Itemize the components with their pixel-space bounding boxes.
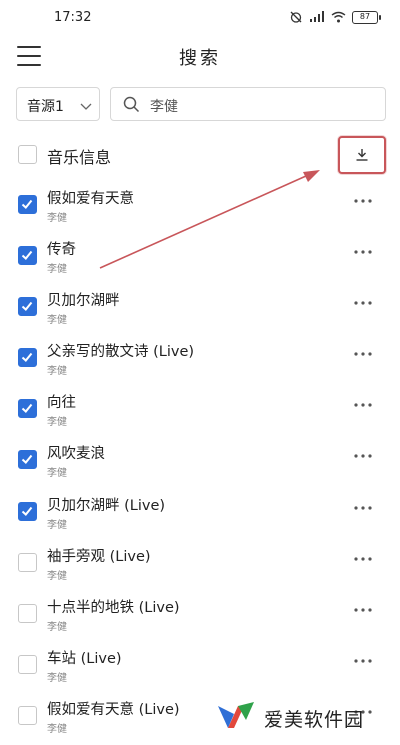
more-options-icon[interactable] xyxy=(354,403,374,411)
watermark-logo-icon xyxy=(216,700,256,736)
more-options-icon[interactable] xyxy=(354,250,374,258)
watermark-text: 爱美软件园 xyxy=(264,708,365,731)
source-select[interactable]: 音源1 xyxy=(16,87,100,121)
song-checkbox[interactable] xyxy=(18,399,37,419)
more-options-icon[interactable] xyxy=(354,352,374,360)
watermark: 爱美软件园 xyxy=(216,700,364,736)
checkmark-icon xyxy=(21,199,33,209)
song-title: 传奇 xyxy=(47,242,76,259)
song-title: 父亲写的散文诗 (Live) xyxy=(47,344,195,361)
song-row[interactable]: 父亲写的散文诗 (Live) 李健 xyxy=(0,339,400,390)
song-title: 袖手旁观 (Live) xyxy=(47,548,151,565)
song-title: 风吹麦浪 xyxy=(47,446,105,463)
more-options-icon[interactable] xyxy=(354,301,374,309)
list-header-label: 音乐信息 xyxy=(47,148,112,167)
song-checkbox[interactable] xyxy=(18,348,37,368)
song-artist: 李健 xyxy=(47,468,67,480)
song-artist: 李健 xyxy=(47,723,67,735)
status-time: 17:32 xyxy=(54,10,92,25)
signal-icon xyxy=(309,11,325,23)
page-title: 搜索 xyxy=(179,48,221,69)
checkmark-icon xyxy=(21,455,33,465)
song-checkbox[interactable] xyxy=(18,552,37,572)
silent-alarm-icon xyxy=(289,10,303,24)
song-row[interactable]: 十点半的地铁 (Live) 李健 xyxy=(0,595,400,646)
song-title: 假如爱有天意 (Live) xyxy=(47,701,180,718)
song-checkbox[interactable] xyxy=(18,195,37,214)
song-checkbox[interactable] xyxy=(18,297,37,317)
more-options-icon[interactable] xyxy=(354,199,374,207)
song-row[interactable]: 传奇 李健 xyxy=(0,237,400,288)
wifi-icon xyxy=(331,11,346,23)
song-artist: 李健 xyxy=(47,672,67,684)
search-row: 音源1 李健 xyxy=(16,87,386,121)
song-checkbox[interactable] xyxy=(18,654,37,674)
select-all-checkbox[interactable] xyxy=(18,145,37,164)
song-title: 车站 (Live) xyxy=(47,650,122,667)
song-row[interactable]: 袖手旁观 (Live) 李健 xyxy=(0,544,400,595)
checkmark-icon xyxy=(21,353,33,363)
song-checkbox[interactable] xyxy=(18,603,37,623)
song-artist: 李健 xyxy=(47,264,67,276)
more-options-icon[interactable] xyxy=(354,608,374,616)
song-title: 向往 xyxy=(47,395,76,412)
song-artist: 李健 xyxy=(47,213,67,224)
more-options-icon[interactable] xyxy=(354,659,374,667)
song-artist: 李健 xyxy=(47,366,67,378)
search-icon xyxy=(123,96,140,117)
battery-icon: 87 xyxy=(352,10,381,24)
song-row[interactable]: 假如爱有天意 李健 xyxy=(0,186,400,237)
song-artist: 李健 xyxy=(47,315,67,327)
checkmark-icon xyxy=(21,250,33,261)
more-options-icon[interactable] xyxy=(354,454,374,462)
checkmark-icon xyxy=(21,506,33,516)
song-row[interactable]: 贝加尔湖畔 (Live) 李健 xyxy=(0,493,400,544)
song-artist: 李健 xyxy=(47,519,67,531)
status-bar: 17:32 87 xyxy=(0,0,400,38)
more-options-icon[interactable] xyxy=(354,505,374,514)
song-row[interactable]: 风吹麦浪 李健 xyxy=(0,441,400,492)
search-input[interactable]: 李健 xyxy=(110,87,386,121)
song-row[interactable]: 向往 李健 xyxy=(0,390,400,441)
list-header: 音乐信息 xyxy=(0,136,400,174)
song-title: 十点半的地铁 (Live) xyxy=(47,599,180,616)
more-options-icon[interactable] xyxy=(354,557,374,565)
search-query: 李健 xyxy=(150,99,178,115)
song-list: 假如爱有天意 李健 传奇 李健 贝加尔湖畔 李健 父亲写的散文诗 (Live) 李健 向往 李健风… xyxy=(0,186,400,745)
song-row[interactable]: 车站 (Live) 李健 xyxy=(0,646,400,697)
chevron-down-icon xyxy=(80,99,92,115)
song-artist: 李健 xyxy=(47,570,67,582)
song-checkbox[interactable] xyxy=(18,501,37,521)
source-select-value: 音源1 xyxy=(27,99,64,115)
download-button[interactable] xyxy=(338,136,386,174)
checkmark-icon xyxy=(21,302,33,312)
song-checkbox[interactable] xyxy=(18,705,37,725)
song-title: 贝加尔湖畔 (Live) xyxy=(47,497,166,514)
checkmark-icon xyxy=(21,404,33,414)
song-title: 假如爱有天意 xyxy=(47,191,134,207)
app-header: 搜索 xyxy=(0,38,400,78)
song-artist: 李健 xyxy=(47,417,67,429)
song-checkbox[interactable] xyxy=(18,450,37,470)
song-artist: 李健 xyxy=(47,621,67,633)
status-icons: 87 xyxy=(289,10,381,24)
song-row[interactable]: 贝加尔湖畔 李健 xyxy=(0,288,400,339)
song-title: 贝加尔湖畔 xyxy=(47,293,120,310)
song-checkbox[interactable] xyxy=(18,246,37,266)
